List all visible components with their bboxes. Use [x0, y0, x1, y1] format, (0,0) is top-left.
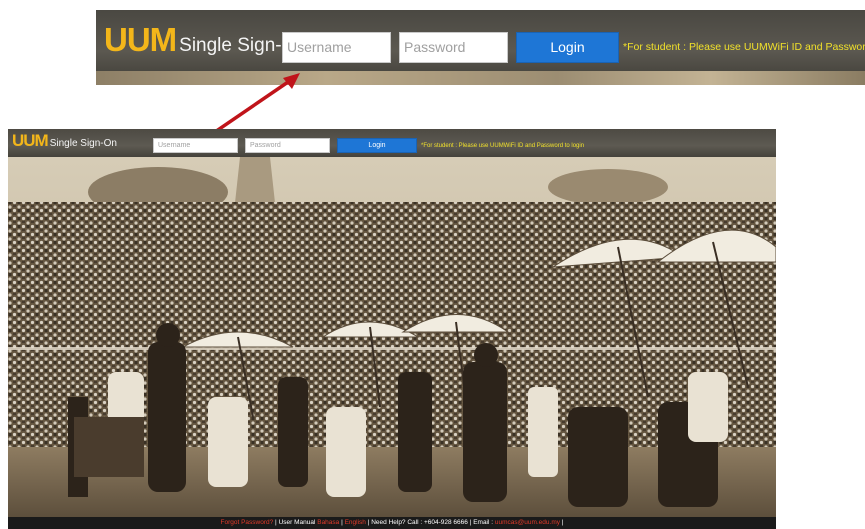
forgot-password-link[interactable]: Forgot Password? — [221, 519, 274, 526]
login-button-small[interactable]: Login — [337, 138, 417, 153]
footer-end: | — [559, 519, 564, 526]
footer-help-text: | Need Help? Call : +604-928 6666 | Emai… — [365, 519, 495, 526]
sso-page-screenshot: UUM Single Sign-On Username Password Logi… — [8, 129, 776, 529]
username-input-small[interactable]: Username — [153, 138, 238, 153]
password-input-small[interactable]: Password — [245, 138, 330, 153]
historical-ceremony-photo — [8, 157, 776, 517]
uum-logo-small: UUM Single Sign-On — [12, 131, 117, 151]
user-manual-link[interactable]: User Manual — [279, 519, 316, 526]
page-header: UUM Single Sign-On Username Password Logi… — [8, 129, 776, 157]
lang-bahasa-link[interactable]: Bahasa — [317, 519, 339, 526]
lang-english-link[interactable]: English — [345, 519, 366, 526]
logo-uum-text-small: UUM — [12, 131, 49, 150]
page-footer: Forgot Password? | User Manual Bahasa | … — [8, 517, 776, 529]
logo-sso-text-small: Single Sign-On — [49, 138, 117, 149]
student-notice-small: *For student : Please use UUMWiFi ID and… — [421, 143, 585, 149]
support-email-link[interactable]: uumcas@uum.edu.my — [495, 519, 560, 526]
